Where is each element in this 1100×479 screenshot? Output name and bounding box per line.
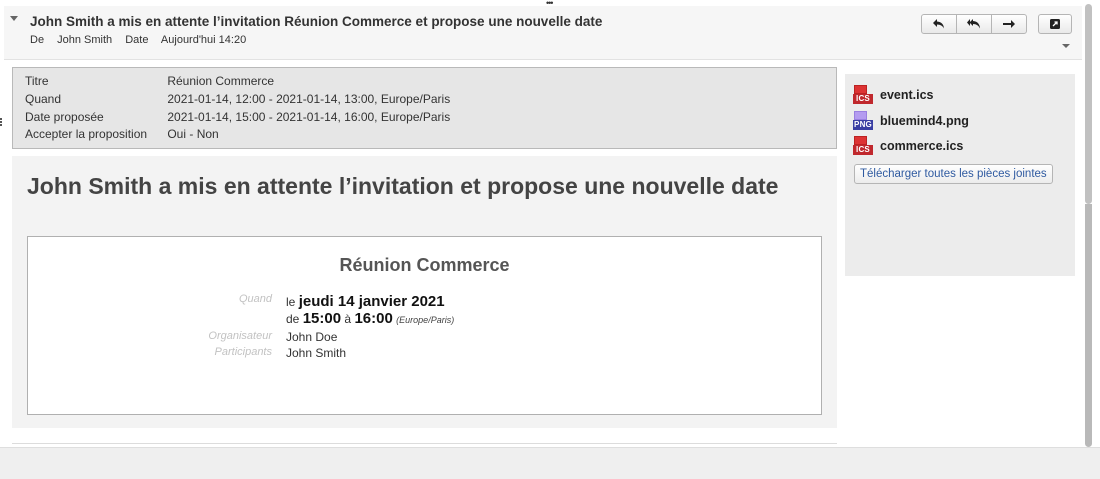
- bottom-bar: [0, 447, 1100, 479]
- download-all-button[interactable]: Télécharger toutes les pièces jointes: [854, 164, 1053, 184]
- reply-button[interactable]: [921, 14, 957, 34]
- message-subject: John Smith a mis en attente l’invitation…: [30, 14, 603, 29]
- attachment-bluemind-png[interactable]: PNG bluemind4.png: [853, 111, 969, 131]
- message-body: John Smith a mis en attente l’invitation…: [12, 156, 837, 428]
- details-title-row: Titre Réunion Commerce: [25, 73, 274, 90]
- attachment-name: event.ics: [880, 88, 934, 102]
- date-prefix: le: [286, 295, 296, 309]
- attachments-panel: ICS event.ics PNG bluemind4.png ICS comm…: [845, 74, 1075, 276]
- attachment-event-ics[interactable]: ICS event.ics: [853, 85, 934, 105]
- from-prefix: de: [286, 312, 300, 326]
- accept-separator: -: [186, 127, 197, 141]
- details-when-value: 2021-01-14, 12:00 - 2021-01-14, 13:00, E…: [167, 92, 451, 106]
- collapse-arrow-icon[interactable]: [10, 16, 18, 21]
- attachment-commerce-ics[interactable]: ICS commerce.ics: [853, 136, 963, 156]
- accept-yes-link[interactable]: Oui: [167, 127, 186, 141]
- scrollbar-track[interactable]: [1085, 204, 1092, 447]
- invitation-card: Réunion Commerce Quand le jeudi 14 janvi…: [27, 236, 822, 415]
- png-file-icon: PNG: [853, 111, 873, 131]
- message-header: John Smith a mis en attente l’invitation…: [4, 6, 1082, 60]
- details-title-value: Réunion Commerce: [167, 74, 275, 88]
- date-value: Aujourd'hui 14:20: [160, 34, 247, 46]
- date-value: jeudi 14 janvier 2021: [298, 293, 445, 310]
- message-meta: De John Smith Date Aujourd'hui 14:20: [30, 34, 256, 46]
- details-proposed-label: Date proposée: [25, 110, 104, 124]
- from-value[interactable]: John Smith: [57, 34, 112, 46]
- details-proposed-value: 2021-01-14, 15:00 - 2021-01-14, 16:00, E…: [167, 110, 451, 124]
- message-toolbar: [921, 14, 1072, 34]
- details-when-row: Quand 2021-01-14, 12:00 - 2021-01-14, 13…: [25, 91, 450, 108]
- card-organizer-value: John Doe: [286, 330, 338, 344]
- reply-icon: [933, 19, 944, 29]
- popout-icon: [1050, 19, 1060, 29]
- drag-handle-icon[interactable]: •••: [546, 0, 554, 8]
- start-time: 15:00: [302, 310, 342, 327]
- forward-icon: [1003, 20, 1015, 28]
- ics-file-icon: ICS: [853, 85, 873, 105]
- to-word: à: [344, 312, 352, 326]
- card-organizer-label: Organisateur: [208, 330, 272, 342]
- end-time: 16:00: [354, 310, 393, 327]
- timezone: (Europe/Paris): [396, 315, 455, 325]
- popout-button[interactable]: [1038, 14, 1072, 34]
- card-title: Réunion Commerce: [339, 255, 510, 275]
- details-proposed-row: Date proposée 2021-01-14, 15:00 - 2021-0…: [25, 109, 450, 126]
- card-when-label: Quand: [238, 293, 272, 305]
- forward-button[interactable]: [991, 14, 1027, 34]
- vertical-scrollbar[interactable]: [1082, 0, 1098, 447]
- ics-file-icon: ICS: [853, 136, 873, 156]
- card-participants-value: John Smith: [286, 346, 347, 360]
- from-label: De: [30, 34, 45, 46]
- details-accept-row: Accepter la proposition Oui - Non: [25, 126, 219, 143]
- card-when-value: le jeudi 14 janvier 2021: [286, 293, 445, 310]
- body-heading: John Smith a mis en attente l’invitation…: [27, 173, 779, 199]
- date-label: Date: [125, 34, 149, 46]
- card-time-value: de 15:00 à 16:00 (Europe/Paris): [286, 310, 454, 327]
- card-participants-label: Participants: [214, 346, 272, 358]
- reply-all-button[interactable]: [956, 14, 992, 34]
- side-handle-icon[interactable]: [0, 118, 2, 126]
- attachment-name: commerce.ics: [880, 139, 964, 153]
- body-divider: [12, 443, 837, 444]
- details-when-label: Quand: [25, 92, 62, 106]
- details-accept-label: Accepter la proposition: [25, 127, 148, 141]
- event-details: Titre Réunion Commerce Quand 2021-01-14,…: [12, 67, 837, 149]
- more-arrow-icon[interactable]: [1062, 44, 1070, 48]
- attachment-name: bluemind4.png: [880, 114, 969, 128]
- reply-all-icon: [967, 19, 980, 29]
- accept-no-link[interactable]: Non: [197, 127, 219, 141]
- details-title-label: Titre: [25, 74, 49, 88]
- scrollbar-thumb[interactable]: [1085, 4, 1092, 204]
